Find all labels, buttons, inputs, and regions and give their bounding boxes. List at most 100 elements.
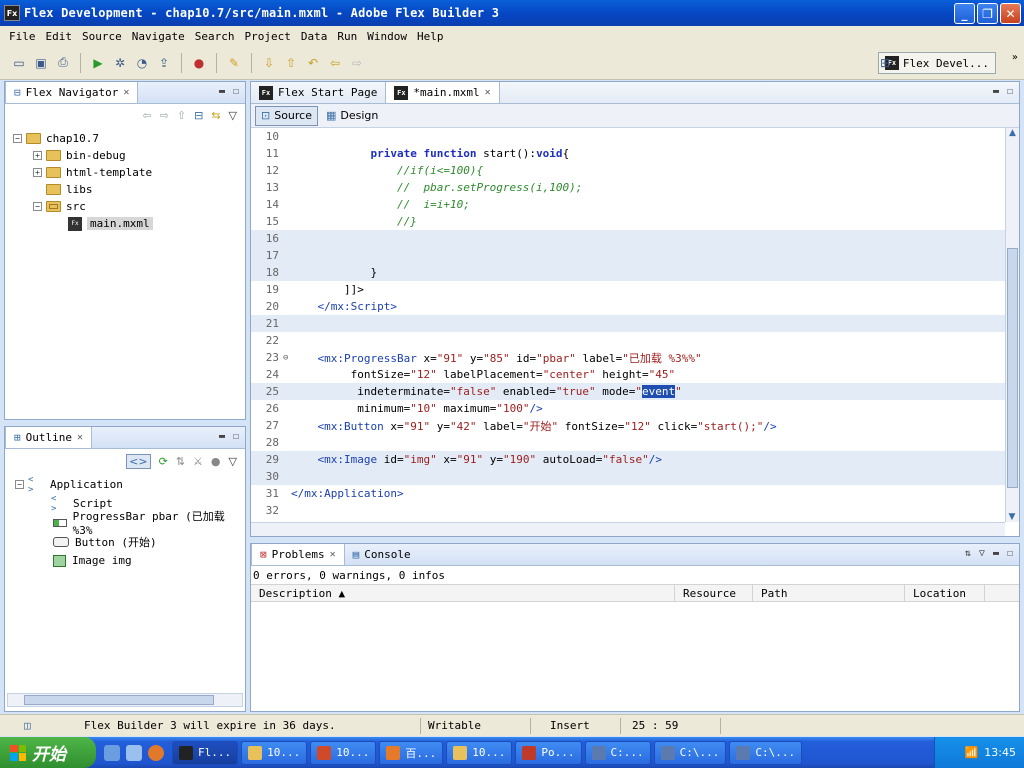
editor-vscroll[interactable]: ▲ ▼ (1005, 128, 1019, 522)
taskbar-button[interactable]: 10... (446, 740, 513, 765)
code-line[interactable]: 14 // i=i+10; (251, 196, 1005, 213)
code-line[interactable]: 24 fontSize="12" labelPlacement="center"… (251, 366, 1005, 383)
column-description[interactable]: Description ▲ (251, 585, 675, 601)
menu-window[interactable]: Window (362, 30, 412, 43)
code-editor[interactable]: 10 11 private function start():void{12 //… (251, 128, 1005, 522)
last-edit-icon[interactable]: ↶ (304, 54, 322, 72)
code-line[interactable]: 25 indeterminate="false" enabled="true" … (251, 383, 1005, 400)
minimize-view-icon[interactable]: ▬ (993, 86, 999, 97)
scroll-thumb[interactable] (1007, 248, 1018, 488)
code-line[interactable]: 17 (251, 247, 1005, 264)
taskbar-button[interactable]: 10... (310, 740, 377, 765)
forward-icon[interactable]: ⇨ (348, 54, 366, 72)
taskbar-button[interactable]: Po... (515, 740, 582, 765)
collapse-all-icon[interactable]: ⊟ (194, 109, 203, 122)
code-line[interactable]: 22 (251, 332, 1005, 349)
menu-edit[interactable]: Edit (41, 30, 78, 43)
start-button[interactable]: 开始 (0, 737, 96, 768)
run-icon[interactable]: ▶ (89, 54, 107, 72)
close-icon[interactable]: ✕ (123, 87, 129, 98)
close-icon[interactable]: ✕ (485, 87, 491, 98)
minimize-view-icon[interactable]: ▬ (219, 86, 225, 97)
maximize-view-icon[interactable]: ☐ (1007, 86, 1013, 97)
menu-project[interactable]: Project (239, 30, 295, 43)
tree-item[interactable]: Fx main.mxml (5, 215, 245, 232)
collapse-icon[interactable]: − (13, 134, 22, 143)
fold-icon[interactable]: ⊖ (283, 353, 291, 363)
next-annotation-icon[interactable]: ⇩ (260, 54, 278, 72)
link-editor-icon[interactable]: ⇆ (211, 109, 220, 122)
outline-hscroll[interactable] (7, 693, 243, 707)
code-line[interactable]: 16 (251, 230, 1005, 247)
tab-flex-start-page[interactable]: Fx Flex Start Page (251, 82, 385, 103)
code-line[interactable]: 27 <mx:Button x="91" y="42" label="开始" f… (251, 417, 1005, 434)
menu-run[interactable]: Run (332, 30, 362, 43)
expand-icon[interactable]: + (33, 168, 42, 177)
taskbar-button[interactable]: C:\... (653, 740, 727, 765)
menu-search[interactable]: Search (190, 30, 240, 43)
profile-icon[interactable]: ◔ (133, 54, 151, 72)
tree-item[interactable]: − chap10.7 (5, 130, 245, 147)
code-line[interactable]: 12 //if(i<=100){ (251, 162, 1005, 179)
new-icon[interactable]: ▭ (10, 54, 28, 72)
refresh-icon[interactable]: ⟳ (159, 455, 168, 468)
filter-icon[interactable]: ⇅ (965, 548, 971, 559)
code-line[interactable]: 19 ]]> (251, 281, 1005, 298)
code-line[interactable]: 32 (251, 502, 1005, 519)
taskbar-button[interactable]: C:... (584, 740, 651, 765)
taskbar-button[interactable]: 10... (241, 740, 308, 765)
tree-item[interactable]: − src (5, 198, 245, 215)
column-resource[interactable]: Resource (675, 585, 753, 601)
code-line[interactable]: 11 private function start():void{ (251, 145, 1005, 162)
show-desktop-icon[interactable] (104, 744, 120, 761)
code-line[interactable]: 21 (251, 315, 1005, 332)
view-menu-icon[interactable]: ▽ (229, 455, 237, 468)
debug-icon[interactable]: ✲ (111, 54, 129, 72)
code-line[interactable]: 20 </mx:Script> (251, 298, 1005, 315)
code-line[interactable]: 29 <mx:Image id="img" x="91" y="190" aut… (251, 451, 1005, 468)
tab-console[interactable]: ▤ Console (345, 544, 419, 565)
mark-occurrences-icon[interactable]: ✎ (225, 54, 243, 72)
filter-icon[interactable]: ⚔ (193, 455, 203, 468)
perspective-switcher[interactable]: Fx Flex Devel... (877, 52, 996, 74)
external-tools-icon[interactable]: ● (190, 54, 208, 72)
code-line[interactable]: 26 minimum="10" maximum="100"/> (251, 400, 1005, 417)
view-menu-icon[interactable]: ▽ (979, 548, 985, 559)
outline-item[interactable]: − < > Application (5, 475, 245, 495)
expand-icon[interactable]: + (33, 151, 42, 160)
taskbar-button[interactable]: Fl... (172, 740, 239, 765)
sort-icon[interactable]: ⇅ (176, 455, 185, 468)
minimize-button[interactable]: _ (954, 3, 975, 24)
menu-data[interactable]: Data (296, 30, 333, 43)
ie-icon[interactable] (126, 744, 142, 761)
column-path[interactable]: Path (753, 585, 905, 601)
close-icon[interactable]: ✕ (330, 549, 336, 560)
save-icon[interactable]: ▣ (32, 54, 50, 72)
show-tags-icon[interactable]: <> (126, 453, 151, 469)
design-mode-button[interactable]: ▦ Design (320, 106, 384, 126)
menu-help[interactable]: Help (412, 30, 449, 43)
maximize-view-icon[interactable]: ☐ (233, 86, 239, 97)
code-line[interactable]: 18 } (251, 264, 1005, 281)
export-icon[interactable]: ⇪ (155, 54, 173, 72)
forward-nav-icon[interactable]: ⇨ (160, 109, 169, 122)
collapse-icon[interactable]: − (15, 480, 24, 489)
maximize-view-icon[interactable]: ☐ (233, 431, 239, 442)
column-location[interactable]: Location (905, 585, 985, 601)
minimize-view-icon[interactable]: ▬ (219, 431, 225, 442)
network-icon[interactable]: 📶 (965, 746, 979, 759)
hide-icon[interactable]: ● (211, 455, 221, 468)
taskbar-button[interactable]: C:\... (729, 740, 803, 765)
up-nav-icon[interactable]: ⇧ (177, 109, 186, 122)
tab-outline[interactable]: ⊞ Outline ✕ (5, 427, 93, 448)
outline-item[interactable]: Image img (5, 551, 245, 570)
tree-item[interactable]: + html-template (5, 164, 245, 181)
taskbar-button[interactable]: 百... (379, 740, 444, 765)
toolbar-overflow-icon[interactable]: » (1012, 52, 1018, 63)
print-icon[interactable]: ⎙ (54, 54, 72, 72)
outline-item[interactable]: Button (开始) (5, 532, 245, 551)
menu-file[interactable]: File (4, 30, 41, 43)
back-nav-icon[interactable]: ⇦ (142, 109, 151, 122)
close-icon[interactable]: ✕ (77, 432, 83, 443)
tree-item[interactable]: libs (5, 181, 245, 198)
